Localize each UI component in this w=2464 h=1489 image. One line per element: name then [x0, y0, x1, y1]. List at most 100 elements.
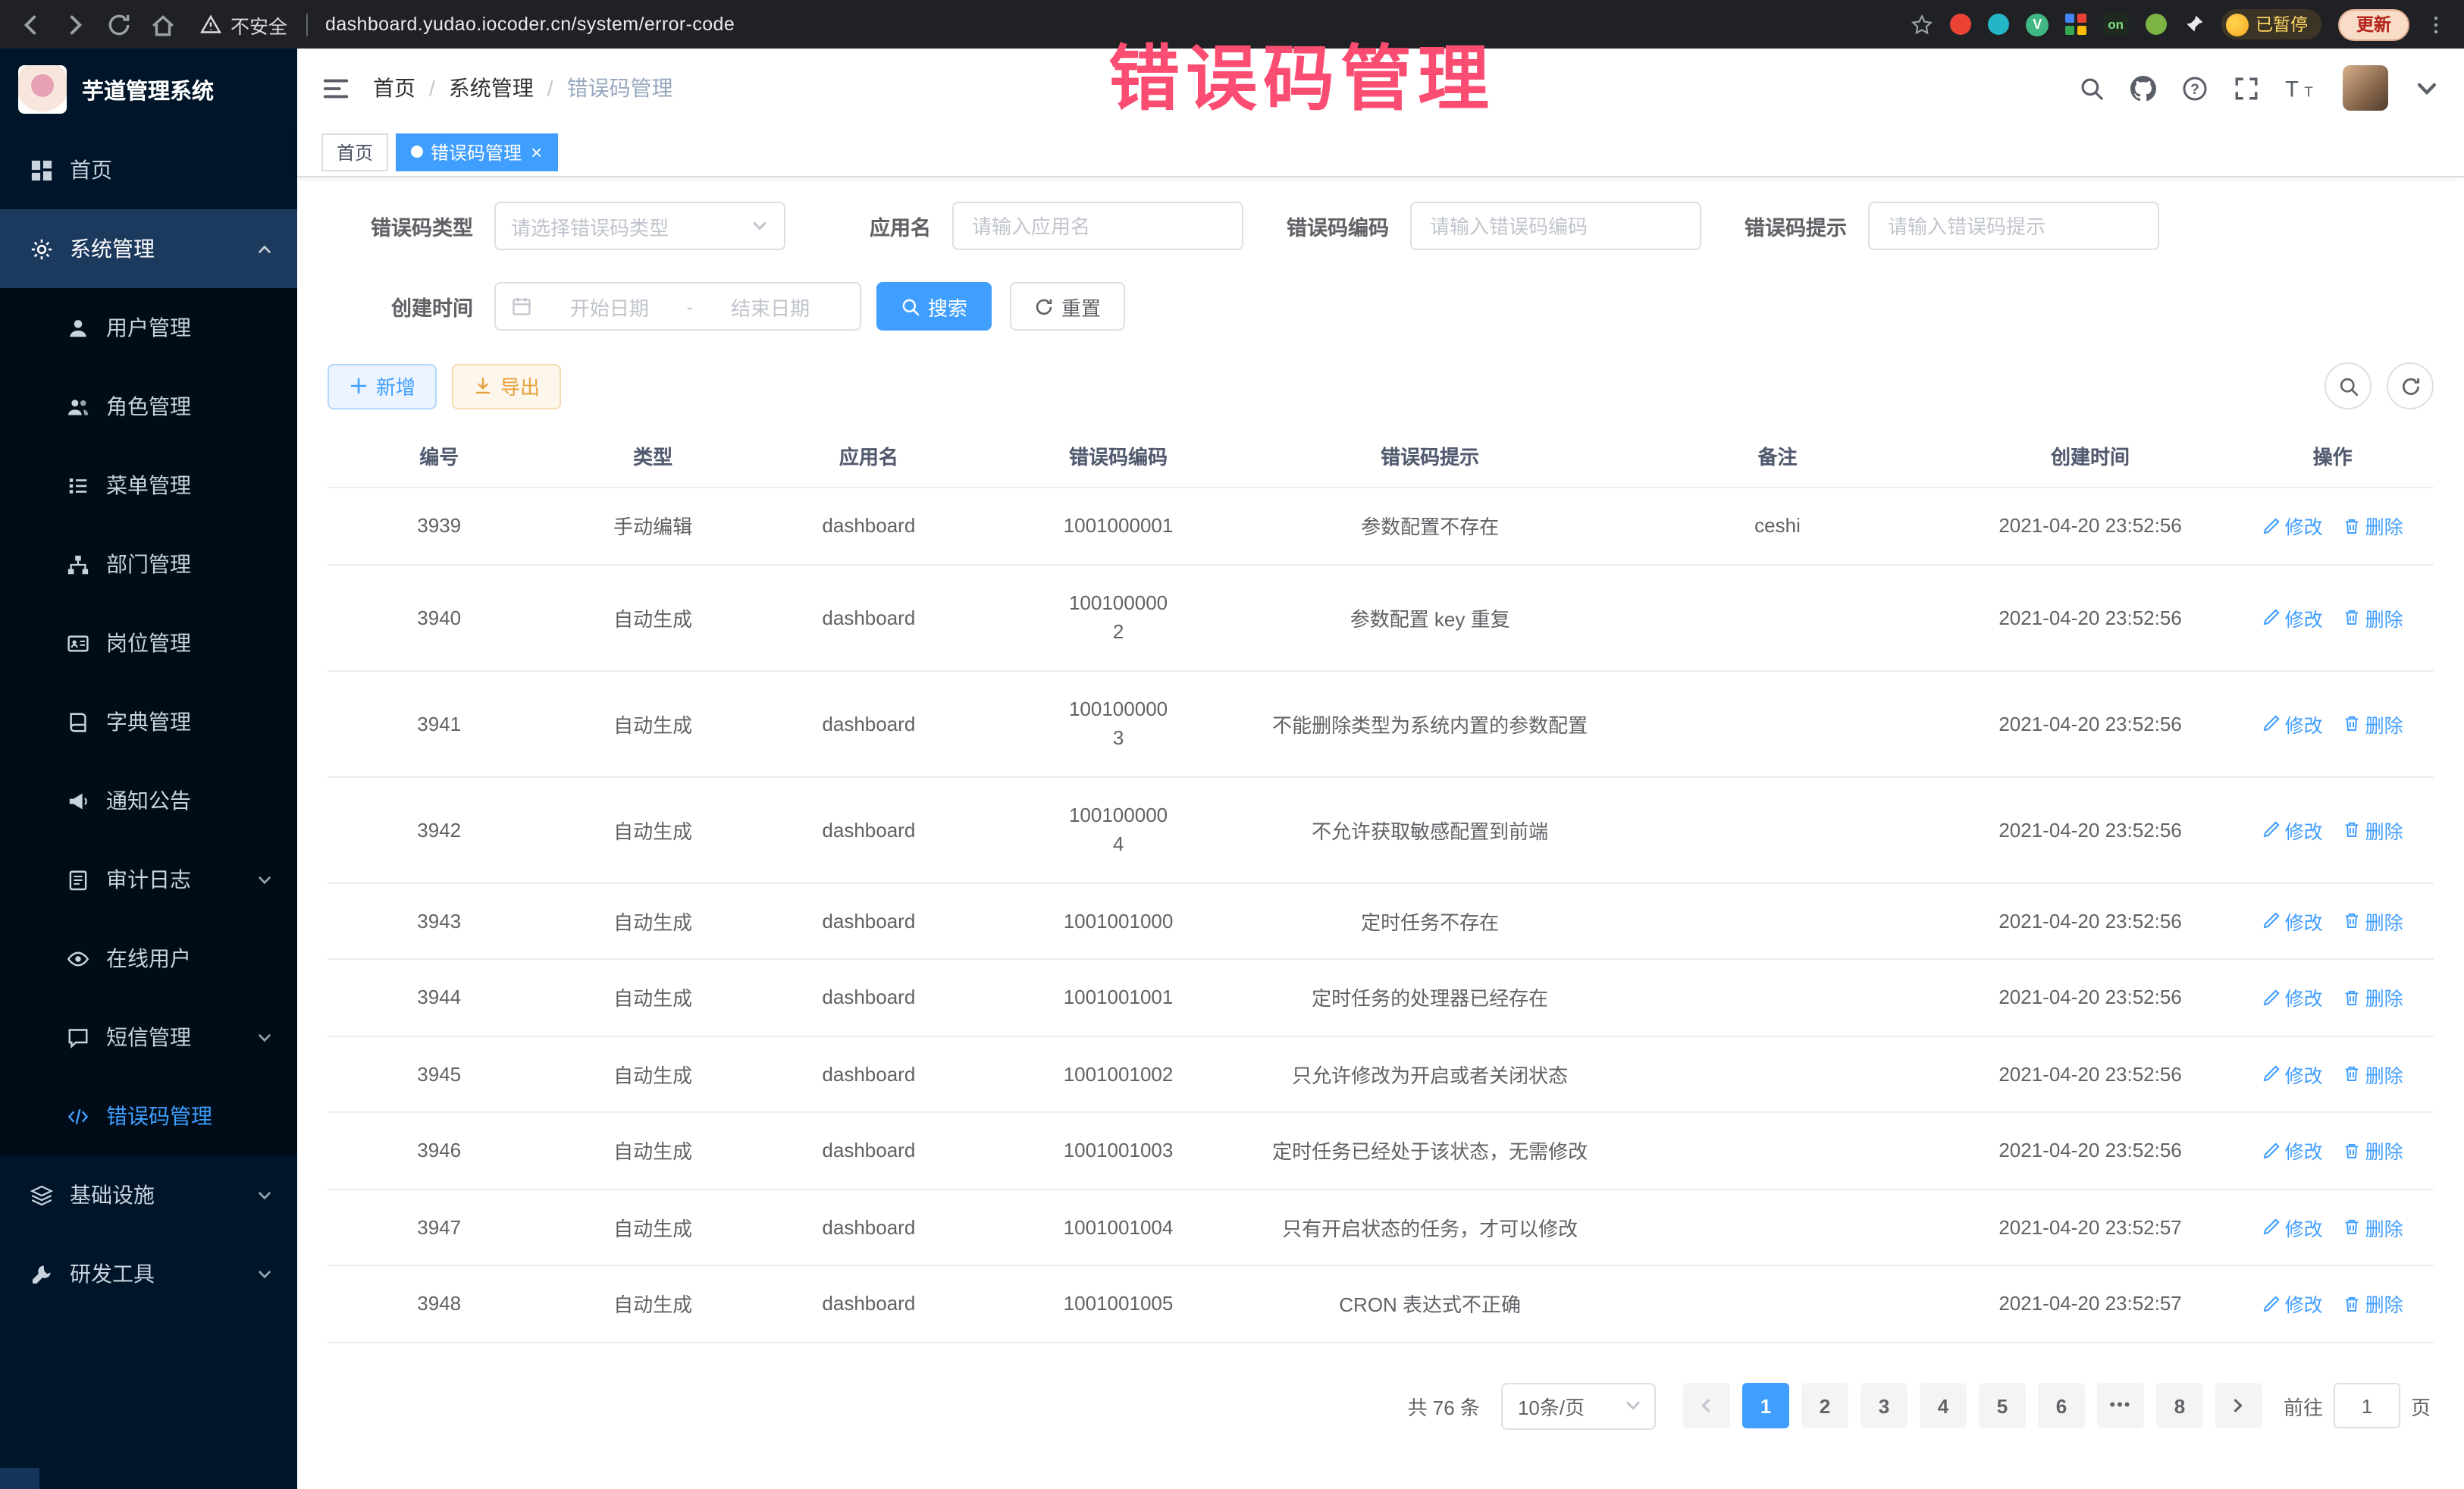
edit-link[interactable]: 修改	[2262, 815, 2323, 844]
delete-link[interactable]: 删除	[2343, 907, 2403, 936]
close-icon[interactable]: ×	[531, 142, 542, 161]
pin-extension-icon[interactable]	[2183, 14, 2204, 35]
app-title: 芋道管理系统	[82, 74, 214, 105]
page-size-select[interactable]: 10条/页	[1501, 1382, 1656, 1429]
tab-label: 首页	[337, 139, 373, 165]
sidebar-item-role[interactable]: 角色管理	[0, 367, 297, 446]
user-avatar[interactable]	[2343, 65, 2388, 111]
delete-link[interactable]: 删除	[2343, 983, 2403, 1012]
extension-icon-teal[interactable]	[1988, 14, 2009, 35]
tab-error-code[interactable]: 错误码管理×	[396, 133, 557, 171]
sidebar-item-post[interactable]: 岗位管理	[0, 603, 297, 682]
github-icon[interactable]	[2130, 75, 2156, 101]
sidebar-item-dev-tools[interactable]: 研发工具	[0, 1234, 297, 1313]
extension-icon-red[interactable]	[1950, 14, 1971, 35]
page-button-1[interactable]: 1	[1742, 1383, 1789, 1428]
edit-link[interactable]: 修改	[2262, 709, 2323, 738]
page-button-3[interactable]: 3	[1861, 1383, 1908, 1428]
export-button[interactable]: 导出	[452, 363, 561, 409]
delete-link[interactable]: 删除	[2343, 512, 2403, 541]
error-code-input[interactable]	[1410, 202, 1701, 250]
edit-link[interactable]: 修改	[2262, 603, 2323, 632]
page-button-2[interactable]: 2	[1801, 1383, 1848, 1428]
page-button-6[interactable]: 6	[2038, 1383, 2085, 1428]
cell-actions: 修改删除	[2231, 487, 2434, 564]
breadcrumb-item[interactable]: 首页	[373, 73, 415, 103]
next-page-button[interactable]	[2215, 1383, 2262, 1428]
sidebar-item-user[interactable]: 用户管理	[0, 288, 297, 367]
edit-link[interactable]: 修改	[2262, 907, 2323, 936]
star-icon[interactable]	[1911, 13, 1933, 36]
delete-link[interactable]: 删除	[2343, 1213, 2403, 1242]
breadcrumb-item[interactable]: 系统管理	[449, 73, 534, 103]
error-hint-input[interactable]	[1868, 202, 2159, 250]
sidebar-item-online-user[interactable]: 在线用户	[0, 919, 297, 998]
edit-icon	[2262, 608, 2281, 626]
add-button[interactable]: 新增	[328, 363, 437, 409]
delete-link[interactable]: 删除	[2343, 815, 2403, 844]
reset-button[interactable]: 重置	[1010, 282, 1125, 331]
vue-devtools-icon[interactable]: V	[2026, 13, 2049, 36]
delete-link[interactable]: 删除	[2343, 709, 2403, 738]
sidebar-item-audit-log[interactable]: 审计日志	[0, 840, 297, 919]
reload-icon[interactable]	[106, 11, 132, 37]
sidebar-item-system[interactable]: 系统管理	[0, 209, 297, 288]
sidebar-item-notice[interactable]: 通知公告	[0, 761, 297, 840]
date-range-picker[interactable]: 开始日期 - 结束日期	[494, 282, 861, 331]
cell-remark	[1606, 564, 1949, 670]
app-name-input[interactable]	[952, 202, 1243, 250]
sidebar-item-menu[interactable]: 菜单管理	[0, 446, 297, 525]
edit-link[interactable]: 修改	[2262, 983, 2323, 1012]
prev-page-button[interactable]	[1683, 1383, 1730, 1428]
chevron-down-icon[interactable]	[2414, 75, 2440, 101]
tab-home[interactable]: 首页	[321, 133, 388, 171]
delete-link[interactable]: 删除	[2343, 1060, 2403, 1089]
delete-link[interactable]: 删除	[2343, 1290, 2403, 1318]
sidebar-collapse-strip[interactable]	[0, 1468, 39, 1489]
delete-link[interactable]: 删除	[2343, 1136, 2403, 1165]
wrench-icon	[30, 1262, 53, 1285]
update-button[interactable]: 更新	[2338, 8, 2409, 40]
extension-icon-green[interactable]	[2145, 14, 2166, 35]
site-security-chip[interactable]: 不安全	[200, 10, 287, 39]
kebab-menu-icon[interactable]	[2426, 14, 2446, 34]
app-logo[interactable]: 芋道管理系统	[0, 49, 297, 130]
back-icon[interactable]	[18, 11, 44, 37]
home-icon[interactable]	[150, 11, 176, 37]
search-toggle-button[interactable]	[2324, 362, 2372, 409]
delete-icon	[2343, 608, 2361, 626]
edit-link[interactable]: 修改	[2262, 1136, 2323, 1165]
table-row: 3948自动生成dashboard1001001005CRON 表达式不正确20…	[328, 1265, 2434, 1342]
goto-page-input[interactable]	[2334, 1383, 2400, 1428]
fullscreen-icon[interactable]	[2234, 75, 2259, 101]
url-text[interactable]: dashboard.yudao.iocoder.cn/system/error-…	[325, 14, 735, 35]
page-button-4[interactable]: 4	[1920, 1383, 1967, 1428]
edit-link[interactable]: 修改	[2262, 1060, 2323, 1089]
sidebar-item-infra[interactable]: 基础设施	[0, 1155, 297, 1234]
font-size-icon[interactable]: TT	[2285, 75, 2317, 101]
sidebar-item-home[interactable]: 首页	[0, 130, 297, 209]
edit-link[interactable]: 修改	[2262, 512, 2323, 541]
sidebar-item-sms[interactable]: 短信管理	[0, 998, 297, 1077]
search-icon[interactable]	[2079, 75, 2105, 101]
switch-extension-icon[interactable]: on	[2103, 14, 2128, 35]
page-button-5[interactable]: 5	[1979, 1383, 2026, 1428]
error-type-select[interactable]: 请选择错误码类型	[494, 202, 785, 250]
hamburger-icon[interactable]	[321, 74, 350, 102]
sidebar-item-dict[interactable]: 字典管理	[0, 682, 297, 761]
edit-link[interactable]: 修改	[2262, 1213, 2323, 1242]
forward-icon[interactable]	[62, 11, 88, 37]
sidebar-item-dept[interactable]: 部门管理	[0, 525, 297, 603]
edit-link[interactable]: 修改	[2262, 1290, 2323, 1318]
cell-app: dashboard	[755, 487, 983, 564]
extension-grid-icon[interactable]	[2065, 14, 2086, 35]
search-button[interactable]: 搜索	[876, 282, 992, 331]
delete-link[interactable]: 删除	[2343, 603, 2403, 632]
more-pages-button[interactable]: •••	[2097, 1383, 2144, 1428]
paused-badge[interactable]: 已暂停	[2221, 9, 2321, 39]
refresh-button[interactable]	[2387, 362, 2434, 409]
page-button-8[interactable]: 8	[2156, 1383, 2203, 1428]
help-icon[interactable]: ?	[2182, 75, 2208, 101]
chevron-down-icon	[256, 871, 273, 888]
sidebar-item-error-code[interactable]: 错误码管理	[0, 1077, 297, 1155]
